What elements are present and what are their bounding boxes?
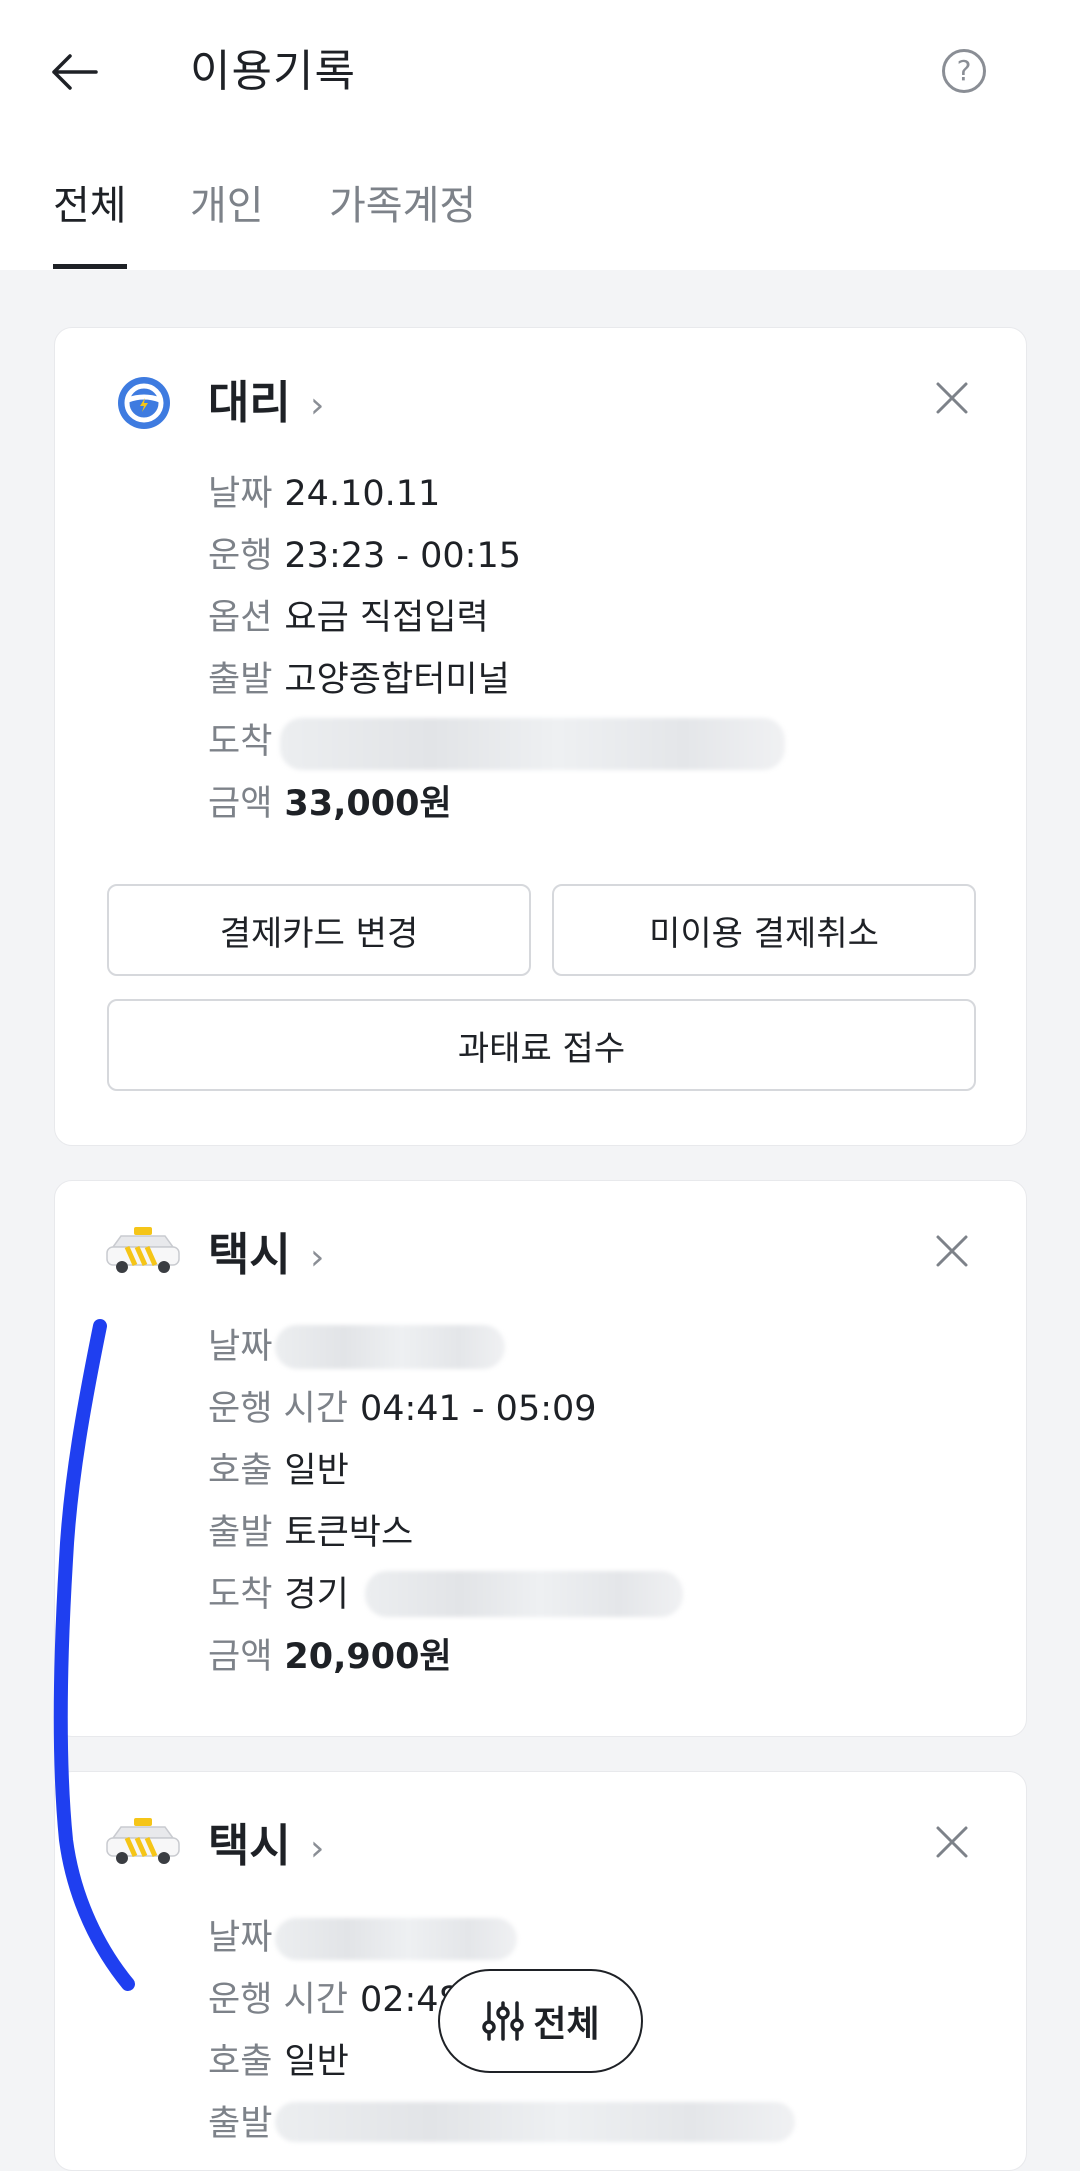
row-drive-time: 운행 시간 02:48 xyxy=(208,1980,461,2020)
row-call-type: 호출 일반 xyxy=(208,1451,349,1491)
help-button[interactable]: ? xyxy=(942,49,986,93)
row-drive-time: 운행 시간 04:41 - 05:09 xyxy=(208,1389,597,1429)
page-title: 이용기록 xyxy=(190,46,356,97)
steering-wheel-icon xyxy=(118,377,170,429)
back-button[interactable] xyxy=(46,40,102,104)
redacted-blur xyxy=(275,1325,505,1369)
row-date: 날짜 xyxy=(208,1327,273,1367)
taxi-icon xyxy=(106,1227,180,1273)
row-amount: 금액 20,900원 xyxy=(208,1637,452,1677)
filter-sliders-icon xyxy=(482,2001,525,2041)
chevron-right-icon: › xyxy=(310,1828,325,1869)
chevron-right-icon: › xyxy=(310,385,325,426)
arrow-left-icon xyxy=(52,54,98,90)
taxi-icon xyxy=(106,1818,180,1864)
row-departure: 출발 토큰박스 xyxy=(208,1513,414,1553)
redacted-blur xyxy=(365,1571,683,1617)
row-departure: 출발 고양종합터미널 xyxy=(208,660,510,700)
service-title[interactable]: 대리 xyxy=(208,373,291,433)
close-icon[interactable] xyxy=(932,1231,972,1271)
row-drive-time: 운행 23:23 - 00:15 xyxy=(208,536,522,576)
cancel-unused-button[interactable]: 미이용 결제취소 xyxy=(552,884,976,976)
row-option: 옵션 요금 직접입력 xyxy=(208,598,489,638)
service-title[interactable]: 택시 xyxy=(208,1816,291,1876)
row-amount: 금액 33,000원 xyxy=(208,784,452,824)
tab-active-indicator xyxy=(53,264,127,269)
row-date: 날짜 24.10.11 xyxy=(208,474,441,514)
tab-bar: 전체 개인 가족계정 xyxy=(0,170,1080,270)
row-arrival: 도착 xyxy=(208,722,273,762)
row-call-type: 호출 일반 xyxy=(208,2042,349,2082)
tab-family[interactable]: 가족계정 xyxy=(329,180,476,232)
service-title[interactable]: 택시 xyxy=(208,1225,291,1285)
close-icon[interactable] xyxy=(932,1822,972,1862)
redacted-blur xyxy=(275,2102,795,2142)
history-card-driver[interactable]: 대리 › 날짜 24.10.11 운행 23:23 - 00:15 옵션 요금 직접입… xyxy=(54,327,1027,1146)
filter-button[interactable]: 전체 xyxy=(438,1969,643,2073)
history-card-taxi[interactable]: 택시 › 날짜 운행 시간 04:41 - 05:09 호출 일반 출발 토큰박스 도… xyxy=(54,1180,1027,1737)
tab-all[interactable]: 전체 xyxy=(53,180,127,232)
chevron-right-icon: › xyxy=(310,1237,325,1278)
row-departure: 출발 xyxy=(208,2104,273,2144)
change-card-button[interactable]: 결제카드 변경 xyxy=(107,884,531,976)
row-arrival: 도착 경기 xyxy=(208,1575,349,1615)
fine-submit-button[interactable]: 과태료 접수 xyxy=(107,999,976,1091)
row-date: 날짜 xyxy=(208,1918,273,1958)
filter-label: 전체 xyxy=(533,2004,600,2045)
tab-personal[interactable]: 개인 xyxy=(190,180,264,232)
redacted-blur xyxy=(275,1918,517,1960)
redacted-blur xyxy=(280,718,785,770)
close-icon[interactable] xyxy=(932,378,972,418)
question-icon: ? xyxy=(956,54,972,87)
